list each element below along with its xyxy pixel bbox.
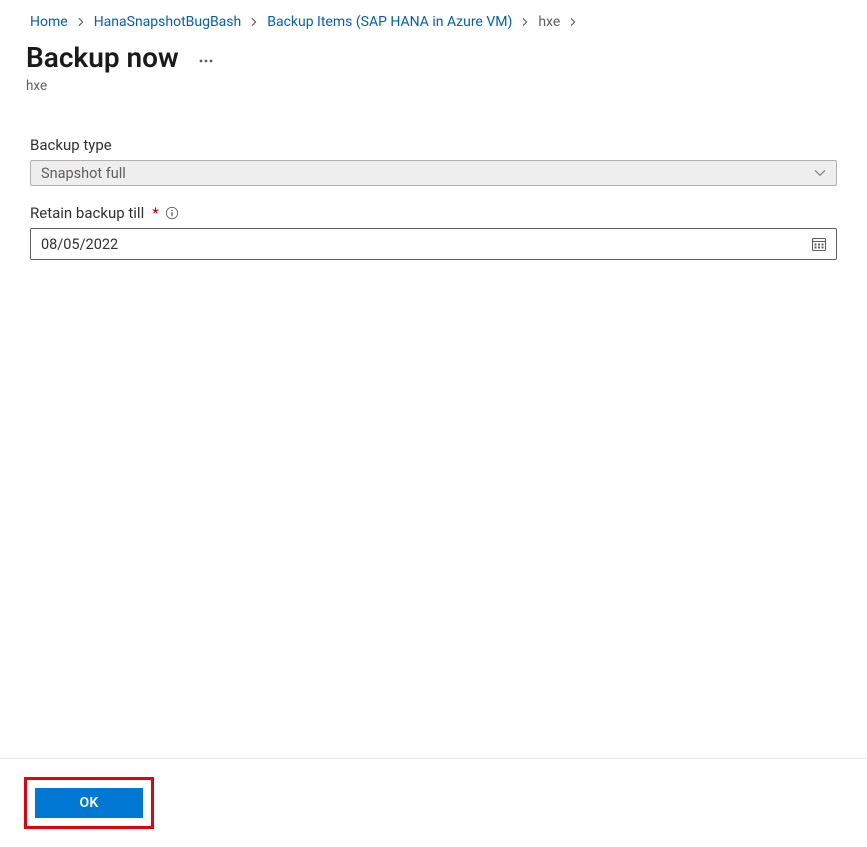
chevron-right-icon: [247, 17, 261, 27]
ok-button-highlight: OK: [24, 777, 154, 829]
more-actions-button[interactable]: [193, 49, 219, 67]
info-icon[interactable]: [165, 206, 179, 220]
breadcrumb-link-home[interactable]: Home: [26, 10, 72, 34]
chevron-right-icon: [518, 17, 532, 27]
page-header: Backup now: [0, 34, 867, 80]
retain-backup-date-input[interactable]: [30, 228, 837, 260]
retain-backup-label: Retain backup till *: [30, 204, 837, 222]
form-content: Backup type Snapshot full Retain backup …: [0, 94, 867, 758]
chevron-right-icon: [74, 17, 88, 27]
ok-button[interactable]: OK: [35, 788, 143, 818]
breadcrumb-link-vault[interactable]: HanaSnapshotBugBash: [90, 10, 246, 34]
chevron-right-icon: [566, 17, 580, 27]
page-title: Backup now: [26, 40, 179, 76]
ellipsis-icon: [199, 59, 213, 63]
breadcrumb: Home HanaSnapshotBugBash Backup Items (S…: [0, 0, 867, 34]
backup-type-label: Backup type: [30, 136, 837, 154]
page-subtitle: hxe: [0, 78, 867, 94]
footer-actions: OK: [0, 758, 867, 847]
backup-type-field: Backup type Snapshot full: [30, 136, 837, 186]
breadcrumb-current: hxe: [534, 10, 564, 34]
breadcrumb-link-backup-items[interactable]: Backup Items (SAP HANA in Azure VM): [263, 10, 516, 34]
calendar-icon[interactable]: [811, 236, 827, 252]
retain-backup-field: Retain backup till *: [30, 204, 837, 260]
required-indicator: *: [152, 204, 158, 222]
backup-type-select[interactable]: Snapshot full: [30, 160, 837, 186]
retain-backup-label-text: Retain backup till: [30, 204, 144, 222]
